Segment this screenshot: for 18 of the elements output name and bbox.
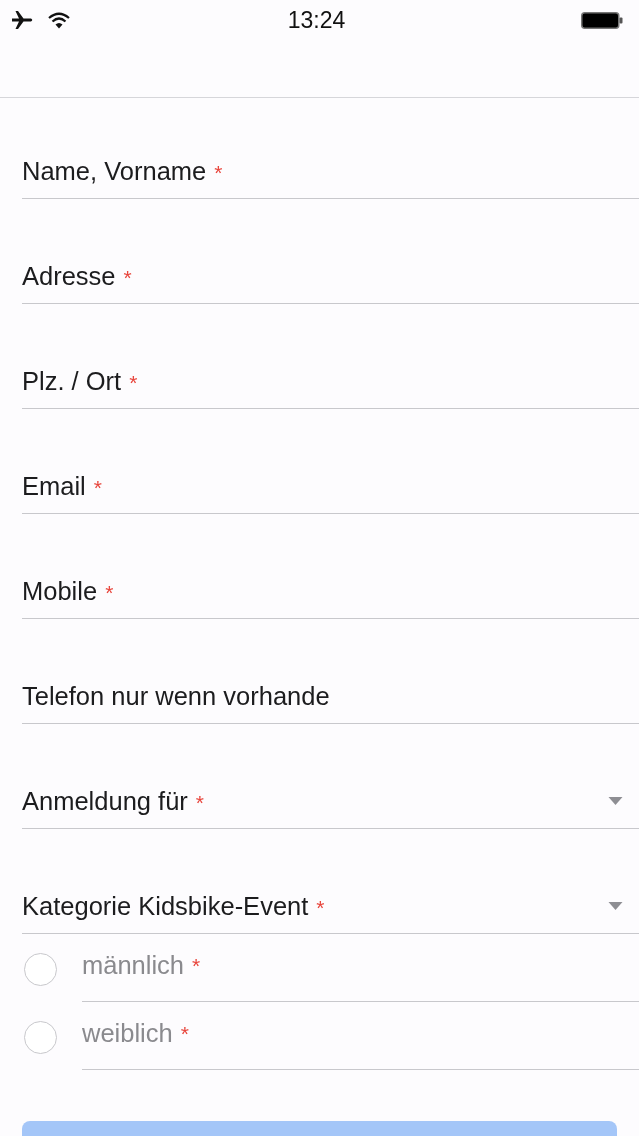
- caret-icon: [608, 902, 623, 910]
- input-field[interactable]: Mobile *: [22, 564, 639, 619]
- input-field[interactable]: Name, Vorname *: [22, 144, 639, 199]
- radio-button[interactable]: [24, 953, 57, 986]
- clock-time: 13:24: [286, 6, 347, 34]
- input-field[interactable]: Telefon nur wenn vorhande: [22, 669, 639, 724]
- radio-button[interactable]: [24, 1021, 57, 1054]
- wifi-icon: [48, 11, 70, 29]
- radio-label[interactable]: weiblich *: [82, 1002, 639, 1070]
- radio-label[interactable]: männlich *: [82, 934, 639, 1002]
- dropdown-field[interactable]: Anmeldung für *: [22, 774, 639, 829]
- input-field[interactable]: Adresse *: [22, 249, 639, 304]
- dropdown-field[interactable]: Kategorie Kidsbike-Event *: [22, 879, 639, 934]
- input-field[interactable]: Plz. / Ort *: [22, 354, 639, 409]
- caret-icon: [608, 797, 623, 805]
- battery-icon: [581, 11, 623, 29]
- input-field[interactable]: Email *: [22, 459, 639, 514]
- airplane-icon: [10, 10, 34, 30]
